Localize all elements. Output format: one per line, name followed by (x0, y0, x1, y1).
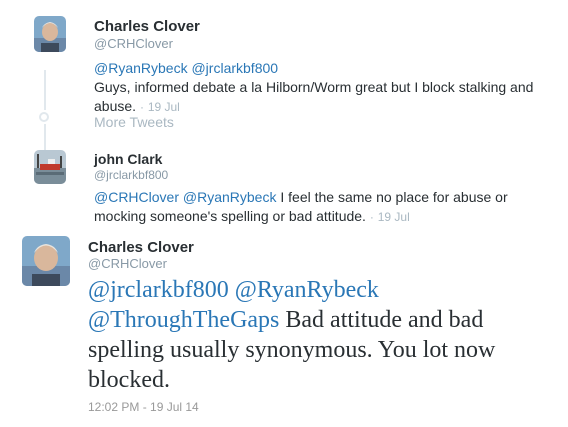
fishing-boat-avatar-icon (34, 150, 66, 184)
charles-clover-avatar-icon (22, 236, 70, 286)
tweet-author-handle[interactable]: @jrclarkbf800 (94, 168, 168, 182)
mention-link[interactable]: @jrclarkbf800 (191, 60, 278, 76)
tweet-time[interactable]: 19 Jul (378, 210, 410, 224)
avatar[interactable] (22, 236, 70, 286)
tweet-author-name[interactable]: Charles Clover (94, 18, 200, 35)
mention-link[interactable]: @RyanRybeck (94, 60, 188, 76)
tweet-time-separator: · (369, 210, 374, 224)
tweet-author-name[interactable]: Charles Clover (88, 239, 194, 256)
tweet-time[interactable]: 19 Jul (148, 100, 180, 114)
more-tweets-link[interactable]: More Tweets (94, 114, 174, 130)
tweet-author-handle[interactable]: @CRHClover (94, 36, 173, 51)
thread-connector-bottom (44, 124, 46, 150)
mention-link[interactable]: @ThroughTheGaps (88, 307, 279, 333)
mention-link[interactable]: @jrclarkbf800 (88, 277, 229, 303)
tweet-author-handle[interactable]: @CRHClover (88, 256, 167, 271)
thread-dot (39, 112, 49, 122)
thread-connector-top (44, 70, 46, 110)
tweet-body: @RyanRybeck @jrclarkbf800 Guys, informed… (94, 59, 534, 117)
avatar[interactable] (34, 150, 66, 184)
tweet-body: @CRHClover @RyanRybeck I feel the same n… (94, 188, 534, 227)
mention-link[interactable]: @RyanRybeck (235, 277, 379, 303)
mention-link[interactable]: @RyanRybeck (183, 189, 277, 205)
charles-clover-avatar-icon (34, 16, 66, 52)
mention-link[interactable]: @CRHClover (94, 189, 179, 205)
main-tweet-text: @jrclarkbf800 @RyanRybeck @ThroughTheGap… (88, 275, 550, 395)
tweet-time-separator: · (139, 100, 144, 114)
main-tweet-timestamp[interactable]: 12:02 PM - 19 Jul 14 (88, 400, 199, 414)
avatar[interactable] (34, 16, 66, 52)
tweet-author-name[interactable]: john Clark (94, 151, 162, 167)
